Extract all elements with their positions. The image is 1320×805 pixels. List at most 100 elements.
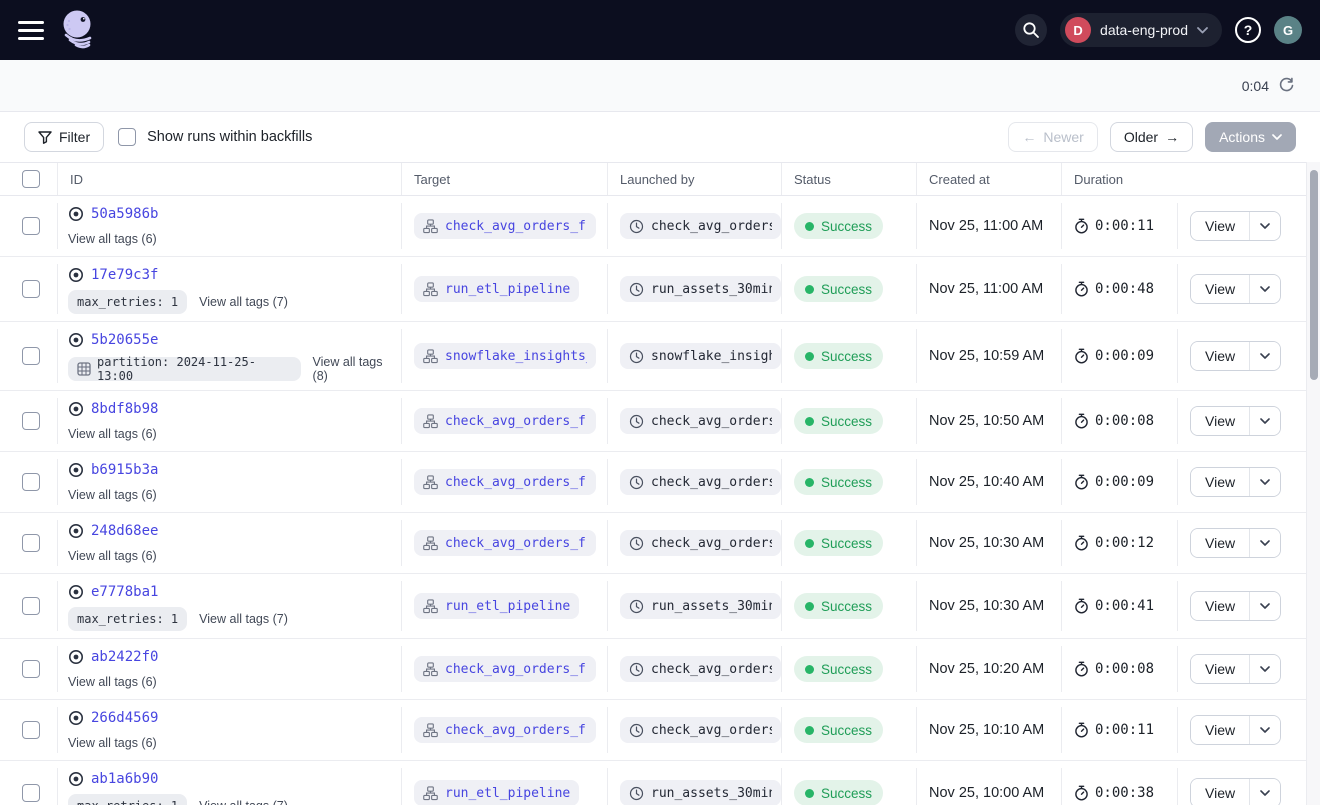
view-button[interactable]: View — [1191, 468, 1249, 496]
run-id-link[interactable]: 8bdf8b98 — [91, 401, 158, 417]
select-all-checkbox[interactable] — [22, 170, 40, 188]
view-button[interactable]: View — [1191, 716, 1249, 744]
row-checkbox[interactable] — [22, 721, 40, 739]
view-button[interactable]: View — [1191, 275, 1249, 303]
row-checkbox[interactable] — [22, 412, 40, 430]
duration-value: 0:00:09 — [1095, 474, 1154, 490]
row-checkbox[interactable] — [22, 534, 40, 552]
launched-by-pill[interactable]: run_assets_30min — [620, 780, 781, 805]
view-button[interactable]: View — [1191, 655, 1249, 683]
launched-by-pill[interactable]: run_assets_30min — [620, 276, 781, 302]
run-id-cell: 248d68ee View all tags (6) — [58, 520, 402, 566]
view-dropdown-button[interactable] — [1249, 342, 1280, 370]
avatar[interactable]: G — [1274, 16, 1302, 44]
view-dropdown-button[interactable] — [1249, 655, 1280, 683]
status-dot-icon — [805, 539, 814, 548]
actions-label: Actions — [1219, 129, 1265, 145]
target-name: check_avg_orders_freshne — [445, 475, 587, 490]
backfills-checkbox[interactable] — [118, 128, 136, 146]
view-dropdown-button[interactable] — [1249, 275, 1280, 303]
actions-button[interactable]: Actions — [1205, 122, 1296, 152]
older-button[interactable]: Older → — [1110, 122, 1193, 152]
view-dropdown-button[interactable] — [1249, 407, 1280, 435]
row-checkbox[interactable] — [22, 280, 40, 298]
view-all-tags-link[interactable]: View all tags (7) — [199, 799, 288, 805]
view-all-tags-link[interactable]: View all tags (6) — [68, 549, 157, 563]
target-pill[interactable]: check_avg_orders_freshne — [414, 408, 596, 434]
target-pill[interactable]: run_etl_pipeline — [414, 593, 579, 619]
target-pill[interactable]: run_etl_pipeline — [414, 276, 579, 302]
clock-icon — [629, 414, 644, 429]
view-dropdown-button[interactable] — [1249, 779, 1280, 805]
run-id-link[interactable]: 50a5986b — [91, 206, 158, 222]
run-id-link[interactable]: ab1a6b90 — [91, 771, 158, 787]
view-all-tags-link[interactable]: View all tags (6) — [68, 675, 157, 689]
row-checkbox[interactable] — [22, 660, 40, 678]
view-button[interactable]: View — [1191, 779, 1249, 805]
target-pill[interactable]: run_etl_pipeline — [414, 780, 579, 805]
launched-by-pill[interactable]: check_avg_orders_f… — [620, 656, 781, 682]
launched-by-pill[interactable]: snowflake_insights_… — [620, 343, 781, 369]
view-button[interactable]: View — [1191, 529, 1249, 557]
launched-by-pill[interactable]: run_assets_30min — [620, 593, 781, 619]
view-button[interactable]: View — [1191, 212, 1249, 240]
view-all-tags-link[interactable]: View all tags (7) — [199, 612, 288, 626]
launched-by-pill[interactable]: check_avg_orders_f… — [620, 469, 781, 495]
launched-by-pill[interactable]: check_avg_orders_f… — [620, 213, 781, 239]
target-pill[interactable]: check_avg_orders_freshne — [414, 469, 596, 495]
row-checkbox[interactable] — [22, 597, 40, 615]
scrollbar-thumb[interactable] — [1310, 170, 1318, 380]
view-button[interactable]: View — [1191, 407, 1249, 435]
view-button[interactable]: View — [1191, 592, 1249, 620]
older-label: Older — [1124, 129, 1158, 145]
run-tag-pill[interactable]: max_retries: 1 — [68, 794, 187, 805]
help-icon[interactable]: ? — [1235, 17, 1261, 43]
view-dropdown-button[interactable] — [1249, 468, 1280, 496]
view-all-tags-link[interactable]: View all tags (8) — [313, 355, 401, 383]
refresh-icon[interactable] — [1278, 77, 1295, 94]
launched-by-pill[interactable]: check_avg_orders_f… — [620, 530, 781, 556]
view-all-tags-link[interactable]: View all tags (6) — [68, 488, 157, 502]
run-tag-pill[interactable]: partition: 2024-11-25-13:00 — [68, 357, 301, 381]
run-id-link[interactable]: b6915b3a — [91, 462, 158, 478]
view-dropdown-button[interactable] — [1249, 212, 1280, 240]
run-id-link[interactable]: 266d4569 — [91, 710, 158, 726]
view-all-tags-link[interactable]: View all tags (6) — [68, 736, 157, 750]
scrollbar-track[interactable] — [1306, 162, 1320, 805]
run-id-link[interactable]: ab2422f0 — [91, 649, 158, 665]
run-id-link[interactable]: 17e79c3f — [91, 267, 158, 283]
search-button[interactable] — [1015, 14, 1047, 46]
row-select-cell — [0, 459, 58, 505]
row-checkbox[interactable] — [22, 784, 40, 802]
run-tag-pill[interactable]: max_retries: 1 — [68, 607, 187, 631]
target-pill[interactable]: snowflake_insights_import — [414, 343, 596, 369]
view-button[interactable]: View — [1191, 342, 1249, 370]
run-id-link[interactable]: 5b20655e — [91, 332, 158, 348]
run-id-link[interactable]: e7778ba1 — [91, 584, 158, 600]
launched-by-pill[interactable]: check_avg_orders_f… — [620, 408, 781, 434]
row-checkbox[interactable] — [22, 217, 40, 235]
newer-button[interactable]: ← Newer — [1008, 122, 1097, 152]
launched-by-pill[interactable]: check_avg_orders_f… — [620, 717, 781, 743]
target-pill[interactable]: check_avg_orders_freshne — [414, 213, 596, 239]
target-pill[interactable]: check_avg_orders_freshne — [414, 717, 596, 743]
target-pill[interactable]: check_avg_orders_freshne — [414, 530, 596, 556]
view-dropdown-button[interactable] — [1249, 592, 1280, 620]
row-checkbox[interactable] — [22, 473, 40, 491]
row-checkbox[interactable] — [22, 347, 40, 365]
hamburger-menu-icon[interactable] — [18, 16, 46, 44]
filter-button[interactable]: Filter — [24, 122, 104, 152]
tag-label: max_retries: 1 — [77, 295, 178, 309]
view-all-tags-link[interactable]: View all tags (6) — [68, 427, 157, 441]
view-all-tags-link[interactable]: View all tags (6) — [68, 232, 157, 246]
chevron-down-icon — [1272, 134, 1282, 140]
target-pill[interactable]: check_avg_orders_freshne — [414, 656, 596, 682]
view-dropdown-button[interactable] — [1249, 529, 1280, 557]
run-tag-pill[interactable]: max_retries: 1 — [68, 290, 187, 314]
launched-by-cell: run_assets_30min — [608, 264, 782, 314]
view-all-tags-link[interactable]: View all tags (7) — [199, 295, 288, 309]
deployment-switcher[interactable]: D data-eng-prod — [1060, 13, 1222, 47]
view-dropdown-button[interactable] — [1249, 716, 1280, 744]
table-row: 266d4569 View all tags (6) check_avg_ord… — [0, 700, 1306, 761]
run-id-link[interactable]: 248d68ee — [91, 523, 158, 539]
